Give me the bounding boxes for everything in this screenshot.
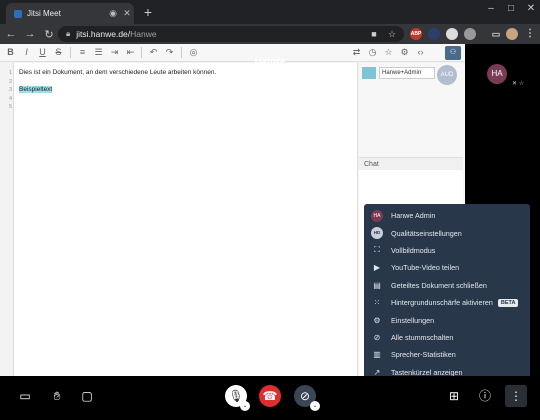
menu-item-label: Hintergrundunschärfe aktivieren xyxy=(391,298,493,308)
new-tab-button[interactable]: + xyxy=(140,4,156,20)
menu-item-youtube[interactable]: ▶ YouTube-Video teilen xyxy=(364,259,530,276)
pad-editor[interactable]: 1 2 3 4 5 Dies ist ein Dokument, an dem … xyxy=(0,63,358,376)
muted-mic-icon: ✕ ☆ xyxy=(512,81,525,87)
participant-avatar[interactable]: HA xyxy=(487,64,507,84)
line-numbers: 1 2 3 4 5 xyxy=(0,63,14,376)
jitsi-favicon-icon xyxy=(14,9,22,18)
audience-badge: AUD xyxy=(437,65,457,85)
meeting-toolbar: ▭ ✋︎ ▢ 🎙︎ ⌄ ☎︎ ⊘ ⌄ ⊞ ⓘ ⋮ xyxy=(0,376,540,420)
window-close-icon[interactable]: ✕ xyxy=(522,3,540,14)
line-number: 4 xyxy=(8,95,12,102)
chat-icon[interactable]: ▢ xyxy=(76,385,98,407)
tab-close-icon[interactable]: ✕ xyxy=(120,8,134,19)
cast-icon[interactable]: ▭ xyxy=(490,28,502,40)
stats-icon: ▥ xyxy=(373,350,381,360)
screen-share-icon[interactable]: ▭ xyxy=(14,385,36,407)
browser-tab[interactable]: Jitsi Meet ◉ ✕ xyxy=(6,3,134,24)
menu-item-label: Einstellungen xyxy=(391,315,435,325)
gear-icon: ⚙ xyxy=(373,315,381,325)
menu-item-label: Geteiltes Dokument schließen xyxy=(391,280,487,290)
maximize-icon[interactable]: □ xyxy=(502,3,520,14)
menu-item-label: Vollbildmodus xyxy=(391,245,436,255)
document-icon: ▤ xyxy=(373,280,381,290)
extension-icon[interactable] xyxy=(428,28,440,40)
menu-item-close-document[interactable]: ▤ Geteiltes Dokument schließen xyxy=(364,277,530,294)
tile-view-icon[interactable]: ⊞ xyxy=(443,385,465,407)
address-bar[interactable]: 🔒︎ jitsi.hanwe.de/Hanwe ■ ☆ xyxy=(58,26,404,42)
browser-toolbar: ← → ↻ 🔒︎ jitsi.hanwe.de/Hanwe ■ ☆ ABP ▭ … xyxy=(0,24,540,44)
reload-icon[interactable]: ↻ xyxy=(41,28,57,41)
fullscreen-icon: ⛶ xyxy=(374,245,380,255)
blur-icon: ⁙ xyxy=(373,298,381,308)
bookmark-star-icon[interactable]: ☆ xyxy=(386,29,398,40)
document-line: Dies ist ein Dokument, an dem verschiede… xyxy=(19,69,217,76)
beta-badge: BETA xyxy=(497,298,519,307)
mic-options-icon[interactable]: ⌄ xyxy=(240,401,250,411)
url-path: Hanwe xyxy=(130,29,157,39)
browser-menu-icon[interactable]: ⋮ xyxy=(524,28,536,40)
raise-hand-icon[interactable]: ✋︎ xyxy=(46,385,68,407)
line-number: 5 xyxy=(8,104,12,110)
menu-item-label: Alle stummschalten xyxy=(391,332,454,342)
users-icon[interactable]: ⚇ xyxy=(445,46,461,60)
line-number: 2 xyxy=(8,78,12,85)
info-icon[interactable]: ⓘ xyxy=(474,385,496,407)
forward-icon[interactable]: → xyxy=(22,28,38,40)
audio-playing-icon: ◉ xyxy=(109,8,117,18)
menu-item-speaker-stats[interactable]: ▥ Sprecher-Statistiken xyxy=(364,346,530,363)
user-row: Hanwe+Admin xyxy=(362,67,435,79)
extension-icon[interactable] xyxy=(464,28,476,40)
user-color-swatch[interactable] xyxy=(362,67,376,79)
line-number: 1 xyxy=(8,70,12,76)
menu-item-fullscreen[interactable]: ⛶ Vollbildmodus xyxy=(364,242,530,259)
menu-item-label: Sprecher-Statistiken xyxy=(391,350,456,360)
line-number: 3 xyxy=(8,87,12,93)
profile-avatar[interactable] xyxy=(506,28,518,40)
meeting-stage: B I U S ≡ ☰ ⇥ ⇤ ↶ ↷ ◎ ⇄ ◷ ☆ ⚙ ‹› 1 2 3 4… xyxy=(0,44,540,420)
menu-item-label: Qualitätseinstellungen xyxy=(391,228,462,238)
minimize-icon[interactable]: – xyxy=(482,3,500,14)
camera-in-use-icon[interactable]: ■ xyxy=(368,29,380,39)
more-options-button[interactable]: ⋮ xyxy=(505,385,527,407)
menu-item-profile[interactable]: HA Hanwe Admin xyxy=(364,207,530,224)
menu-item-label: Hanwe Admin xyxy=(391,211,436,221)
overflow-menu: HA Hanwe Admin HD Qualitätseinstellungen… xyxy=(364,204,530,382)
adblock-icon[interactable]: ABP xyxy=(410,28,422,40)
camera-options-icon[interactable]: ⌄ xyxy=(310,401,320,411)
tab-title: Jitsi Meet xyxy=(27,9,61,18)
extension-icon[interactable] xyxy=(446,28,458,40)
hangup-button[interactable]: ☎︎ xyxy=(259,385,281,407)
lock-icon: 🔒︎ xyxy=(66,29,71,38)
menu-item-quality[interactable]: HD Qualitätseinstellungen xyxy=(364,224,530,241)
menu-item-mute-all[interactable]: ⊘ Alle stummschalten xyxy=(364,329,530,346)
play-icon: ▶ xyxy=(373,263,381,273)
avatar-icon: HA xyxy=(371,209,383,222)
url-host: jitsi.hanwe.de/ xyxy=(76,29,131,39)
menu-item-label: YouTube-Video teilen xyxy=(391,263,460,273)
browser-tab-bar: Jitsi Meet ◉ ✕ + – □ ✕ xyxy=(0,0,540,24)
user-name-field[interactable]: Hanwe+Admin xyxy=(379,67,435,79)
menu-item-background-blur[interactable]: ⁙ Hintergrundunschärfe aktivieren BETA xyxy=(364,294,530,311)
back-icon[interactable]: ← xyxy=(3,28,19,40)
menu-item-settings[interactable]: ⚙ Einstellungen xyxy=(364,311,530,328)
mute-all-icon: ⊘ xyxy=(373,332,381,342)
document-line-highlighted: Beispieltext xyxy=(19,86,53,93)
hd-icon: HD xyxy=(371,227,383,240)
chat-title: Chat xyxy=(364,161,379,168)
